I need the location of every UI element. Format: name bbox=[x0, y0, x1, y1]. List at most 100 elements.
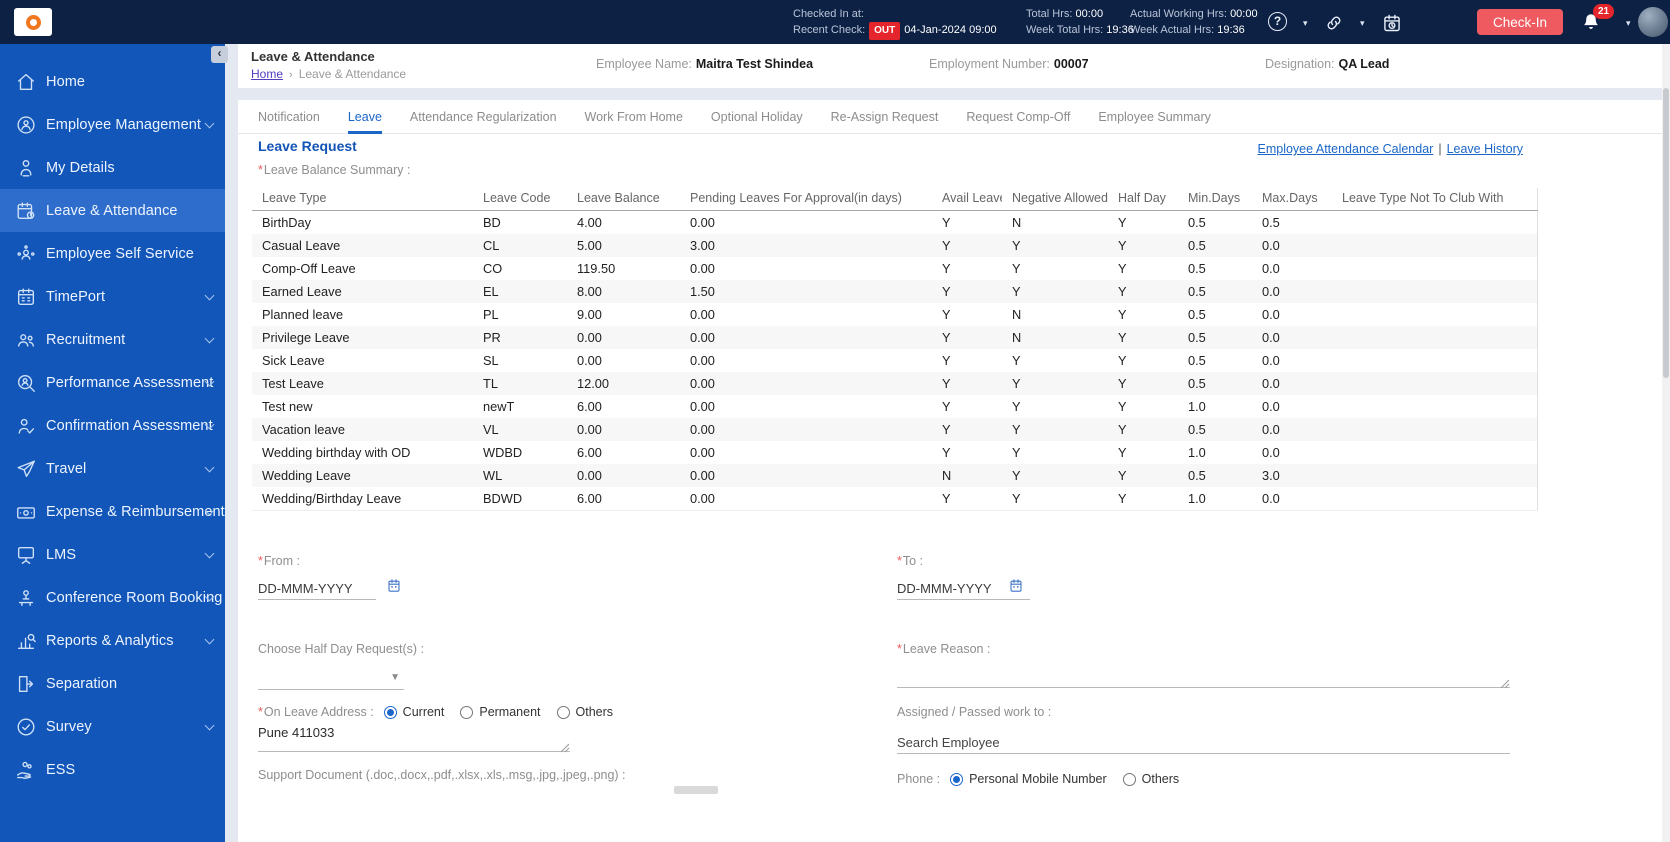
sidebar-item-travel[interactable]: Travel bbox=[0, 447, 225, 490]
tab-employee-summary[interactable]: Employee Summary bbox=[1098, 100, 1211, 134]
table-cell: 0.0 bbox=[1262, 399, 1280, 414]
table-cell: 0.5 bbox=[1188, 422, 1206, 437]
breadcrumb: Home › Leave & Attendance bbox=[251, 67, 406, 81]
phone-radio-others[interactable]: Others bbox=[1122, 772, 1179, 786]
user-avatar[interactable] bbox=[1638, 7, 1668, 37]
tab-optional-holiday[interactable]: Optional Holiday bbox=[711, 100, 803, 134]
table-row: Sick Leave SL 0.00 0.00 Y Y Y 0.5 0.0 bbox=[252, 349, 1537, 372]
breadcrumb-home-link[interactable]: Home bbox=[251, 67, 283, 81]
chevron-down-icon: ▼ bbox=[390, 672, 400, 683]
vertical-scrollbar[interactable] bbox=[1662, 44, 1670, 842]
tab-request-comp-off[interactable]: Request Comp-Off bbox=[966, 100, 1070, 134]
sidebar-item-reports-analytics[interactable]: Reports & Analytics bbox=[0, 619, 225, 662]
tab-re-assign-request[interactable]: Re-Assign Request bbox=[831, 100, 939, 134]
table-cell bbox=[1332, 464, 1537, 487]
from-date-input[interactable] bbox=[258, 578, 376, 600]
check-in-button[interactable]: Check-In bbox=[1477, 9, 1563, 35]
sidebar-item-confirmation-assessment[interactable]: Confirmation Assessment bbox=[0, 404, 225, 447]
required-asterisk: * bbox=[258, 554, 263, 568]
sidebar-item-recruitment[interactable]: Recruitment bbox=[0, 318, 225, 361]
breadcrumb-current: Leave & Attendance bbox=[298, 67, 407, 81]
sidebar-item-home[interactable]: Home bbox=[0, 60, 225, 103]
table-cell: 0.5 bbox=[1188, 238, 1206, 253]
resize-grip-icon[interactable] bbox=[1500, 676, 1510, 689]
column-header-max-days: Max.Days bbox=[1252, 188, 1332, 211]
from-calendar-icon[interactable] bbox=[386, 577, 402, 594]
table-cell bbox=[1332, 395, 1537, 418]
table-cell: 0.00 bbox=[577, 353, 602, 368]
sidebar-item-leave-attendance[interactable]: Leave & Attendance bbox=[0, 189, 225, 232]
table-cell: Privilege Leave bbox=[262, 330, 350, 345]
table-cell: PR bbox=[483, 330, 501, 345]
table-cell: 1.0 bbox=[1188, 491, 1206, 506]
leave-history-link[interactable]: Leave History bbox=[1447, 142, 1523, 156]
table-cell: BD bbox=[483, 215, 501, 230]
sidebar-item-my-details[interactable]: My Details bbox=[0, 146, 225, 189]
table-cell: Y bbox=[1118, 422, 1127, 437]
sidebar-collapse-button[interactable]: ‹ bbox=[211, 46, 228, 63]
phone-radio-personal-mobile-number[interactable]: Personal Mobile Number bbox=[950, 772, 1107, 786]
table-cell: 1.0 bbox=[1188, 399, 1206, 414]
assigned-work-search-input[interactable] bbox=[897, 732, 1510, 754]
resize-grip-icon[interactable] bbox=[560, 740, 570, 753]
table-cell: Y bbox=[1012, 422, 1021, 437]
sidebar-item-timeport[interactable]: TimePort bbox=[0, 275, 225, 318]
file-upload-button[interactable] bbox=[674, 786, 718, 794]
employee-attendance-calendar-link[interactable]: Employee Attendance Calendar bbox=[1258, 142, 1434, 156]
table-cell: Test new bbox=[262, 399, 313, 414]
column-header-min-days: Min.Days bbox=[1178, 188, 1252, 211]
address-radio-current[interactable]: Current bbox=[383, 705, 444, 719]
tab-attendance-regularization[interactable]: Attendance Regularization bbox=[410, 100, 557, 134]
on-leave-address-label: *On Leave Address : bbox=[258, 705, 374, 719]
chevron-down-icon[interactable]: ▾ bbox=[1626, 18, 1631, 29]
employment-number-value: 00007 bbox=[1053, 57, 1089, 71]
address-radio-others[interactable]: Others bbox=[556, 705, 613, 719]
table-cell: Y bbox=[1012, 445, 1021, 460]
leave-reason-label: *Leave Reason : bbox=[897, 642, 991, 656]
table-cell: 4.00 bbox=[577, 215, 602, 230]
employee-name-label: Employee Name: bbox=[596, 57, 692, 71]
table-row: Test Leave TL 12.00 0.00 Y Y Y 0.5 0.0 bbox=[252, 372, 1537, 395]
tab-notification[interactable]: Notification bbox=[258, 100, 320, 134]
to-calendar-icon[interactable] bbox=[1008, 577, 1024, 594]
sidebar-item-survey[interactable]: Survey bbox=[0, 705, 225, 748]
on-leave-address-textarea[interactable]: Pune 411033 bbox=[258, 725, 570, 752]
calendar-clock-icon[interactable] bbox=[1382, 13, 1402, 33]
table-cell: Y bbox=[1118, 376, 1127, 391]
scrollbar-thumb[interactable] bbox=[1663, 88, 1669, 378]
sidebar-item-performance-assessment[interactable]: Performance Assessment bbox=[0, 361, 225, 404]
column-header-leave-balance: Leave Balance bbox=[567, 188, 680, 211]
help-icon[interactable]: ? bbox=[1268, 12, 1287, 31]
sidebar-item-employee-self-service[interactable]: Employee Self Service bbox=[0, 232, 225, 275]
radio-icon bbox=[460, 705, 474, 719]
week-total-hrs-label: Week Total Hrs: bbox=[1026, 24, 1104, 36]
table-cell: 8.00 bbox=[577, 284, 602, 299]
tab-work-from-home[interactable]: Work From Home bbox=[585, 100, 683, 134]
total-hrs-value: 00:00 bbox=[1075, 8, 1104, 20]
sidebar: Home Employee Management My Details Leave &… bbox=[0, 44, 225, 842]
table-cell: Y bbox=[1118, 330, 1127, 345]
actual-working-hrs-value: 00:00 bbox=[1230, 8, 1258, 20]
leave-reason-textarea[interactable] bbox=[897, 660, 1510, 688]
sidebar-item-lms[interactable]: LMS bbox=[0, 533, 225, 576]
address-radio-permanent[interactable]: Permanent bbox=[460, 705, 541, 719]
half-day-select[interactable]: ▼ bbox=[258, 666, 404, 690]
radio-label: Personal Mobile Number bbox=[969, 772, 1107, 786]
sidebar-item-conference-room-booking[interactable]: Conference Room Booking bbox=[0, 576, 225, 619]
table-cell: SL bbox=[483, 353, 499, 368]
table-cell: 0.0 bbox=[1262, 353, 1280, 368]
table-cell: 12.00 bbox=[577, 376, 610, 391]
company-logo[interactable] bbox=[14, 8, 52, 36]
sidebar-item-expense-reimbursement[interactable]: Expense & Reimbursement bbox=[0, 490, 225, 533]
link-icon[interactable] bbox=[1324, 13, 1344, 33]
sidebar-item-separation[interactable]: Separation bbox=[0, 662, 225, 705]
sidebar-item-employee-management[interactable]: Employee Management bbox=[0, 103, 225, 146]
tab-leave[interactable]: Leave bbox=[347, 100, 382, 134]
chevron-down-icon[interactable]: ▾ bbox=[1360, 18, 1365, 29]
sidebar-item-ess[interactable]: ESS bbox=[0, 748, 225, 791]
expense-reimbursement-icon bbox=[15, 501, 37, 523]
chevron-down-icon[interactable]: ▾ bbox=[1303, 18, 1308, 29]
table-cell: 6.00 bbox=[577, 445, 602, 460]
required-asterisk: * bbox=[258, 705, 263, 719]
table-row: Wedding/Birthday Leave BDWD 6.00 0.00 Y Y Y 1.0… bbox=[252, 487, 1537, 511]
